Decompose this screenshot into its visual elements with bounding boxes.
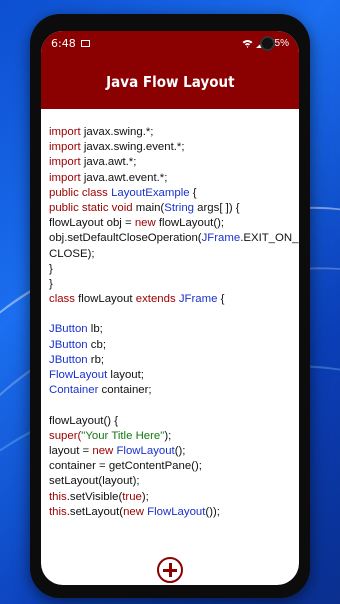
code-token: .EXIT_ON_ <box>240 232 299 245</box>
code-line: import javax.swing.event.*; <box>49 140 293 155</box>
code-token: super( <box>49 429 82 442</box>
code-token: JFrame <box>178 293 218 306</box>
wifi-icon <box>242 39 253 48</box>
code-line: container = getContentPane(); <box>49 459 293 474</box>
code-token: javax.swing.*; <box>83 126 154 138</box>
code-token: true <box>122 490 142 503</box>
code-view: import javax.swing.*; import javax.swing… <box>49 125 298 520</box>
code-token: new <box>123 505 144 518</box>
code-token: JButton <box>49 338 88 351</box>
code-token: setLayout(layout); <box>49 475 140 488</box>
code-token: rb; <box>87 353 105 366</box>
code-token: LayoutExample <box>111 186 190 199</box>
code-token: extends <box>135 293 176 306</box>
code-token: container = getContentPane(); <box>49 460 202 473</box>
code-token: { <box>189 186 197 199</box>
code-token: FlowLayout <box>49 369 108 381</box>
plus-circle-icon <box>163 563 177 577</box>
add-button[interactable] <box>157 557 183 583</box>
code-line: import java.awt.*; <box>49 155 293 170</box>
code-token: class <box>49 293 75 306</box>
image-notification-icon <box>80 39 90 47</box>
code-token: public static void <box>49 201 133 214</box>
code-token: ); <box>164 429 172 442</box>
code-line: FlowLayout layout; <box>49 368 293 383</box>
code-token: flowLayout() { <box>49 414 119 427</box>
page-title: Java Flow Layout <box>105 73 235 91</box>
code-token: "Your Title Here" <box>81 429 165 442</box>
code-line: public class LayoutExample { <box>49 186 293 201</box>
code-token: layout; <box>107 369 144 381</box>
phone-screen: 6:48 75% Java Flow Layout import javax.s… <box>41 31 299 585</box>
status-bar: 6:48 75% <box>41 31 299 55</box>
code-token: ()); <box>205 505 220 518</box>
code-token: new <box>134 217 156 230</box>
code-line: import javax.swing.*; <box>49 125 293 140</box>
code-line: CLOSE); <box>49 247 293 262</box>
code-line: flowLayout() { <box>49 414 293 429</box>
code-line: JButton cb; <box>49 338 293 353</box>
code-line: } <box>49 277 293 292</box>
code-line: flowLayout obj = new flowLayout(); <box>49 216 293 231</box>
code-token: obj.setDefaultCloseOperation( <box>49 232 202 245</box>
code-token: String <box>164 201 194 214</box>
code-token: FlowLayout <box>147 505 206 518</box>
code-token: java.awt.*; <box>83 156 137 169</box>
code-token: this <box>49 490 67 503</box>
code-token: this <box>49 505 67 518</box>
code-token: layout = <box>49 444 93 457</box>
code-token: FlowLayout <box>116 444 175 457</box>
code-line: JButton lb; <box>49 322 293 337</box>
code-token: java.awt.event.*; <box>83 171 168 184</box>
phone-frame: 6:48 75% Java Flow Layout import javax.s… <box>30 14 310 598</box>
code-token: import <box>49 156 81 169</box>
code-token: } <box>49 277 53 290</box>
code-line: class flowLayout extends JFrame { <box>49 292 293 307</box>
code-line: Container container; <box>49 383 293 398</box>
code-token: public class <box>49 186 108 199</box>
code-token: new <box>92 444 114 457</box>
code-token: .setVisible( <box>66 490 123 503</box>
code-token: lb; <box>87 323 103 336</box>
app-bar: Java Flow Layout <box>41 55 299 109</box>
code-line: } <box>49 262 293 277</box>
code-token: import <box>49 141 81 154</box>
code-token: JFrame <box>201 232 241 245</box>
code-token: ); <box>141 490 149 503</box>
code-token: CLOSE); <box>49 247 95 260</box>
code-token: flowLayout <box>74 293 136 306</box>
code-token: { <box>217 293 225 306</box>
code-line: this.setVisible(true); <box>49 490 293 505</box>
code-token: args[ ]) { <box>194 201 240 214</box>
code-token: javax.swing.event.*; <box>83 141 185 154</box>
code-token: import <box>49 171 81 184</box>
code-token: main( <box>132 201 165 214</box>
code-token: .setLayout( <box>66 505 124 518</box>
code-token: } <box>49 262 53 275</box>
front-camera <box>260 36 275 51</box>
code-line: import java.awt.event.*; <box>49 171 293 186</box>
code-token: flowLayout obj = <box>49 217 135 230</box>
code-line: JButton rb; <box>49 353 293 368</box>
code-token: import <box>49 126 81 138</box>
code-token: container; <box>98 384 152 397</box>
code-token: (); <box>174 444 186 457</box>
code-token: JButton <box>49 323 88 336</box>
code-token: flowLayout(); <box>155 217 225 230</box>
code-line: super("Your Title Here"); <box>49 429 293 444</box>
code-line: obj.setDefaultCloseOperation(JFrame.EXIT… <box>49 231 298 246</box>
code-token: JButton <box>49 353 88 366</box>
code-line: setLayout(layout); <box>49 474 293 489</box>
code-line: layout = new FlowLayout(); <box>49 444 293 459</box>
code-token: cb; <box>87 338 107 351</box>
code-line: public static void main(String args[ ]) … <box>49 201 293 216</box>
code-token: Container <box>49 384 99 397</box>
status-time: 6:48 <box>51 36 76 50</box>
code-line: this.setLayout(new FlowLayout()); <box>49 505 293 520</box>
